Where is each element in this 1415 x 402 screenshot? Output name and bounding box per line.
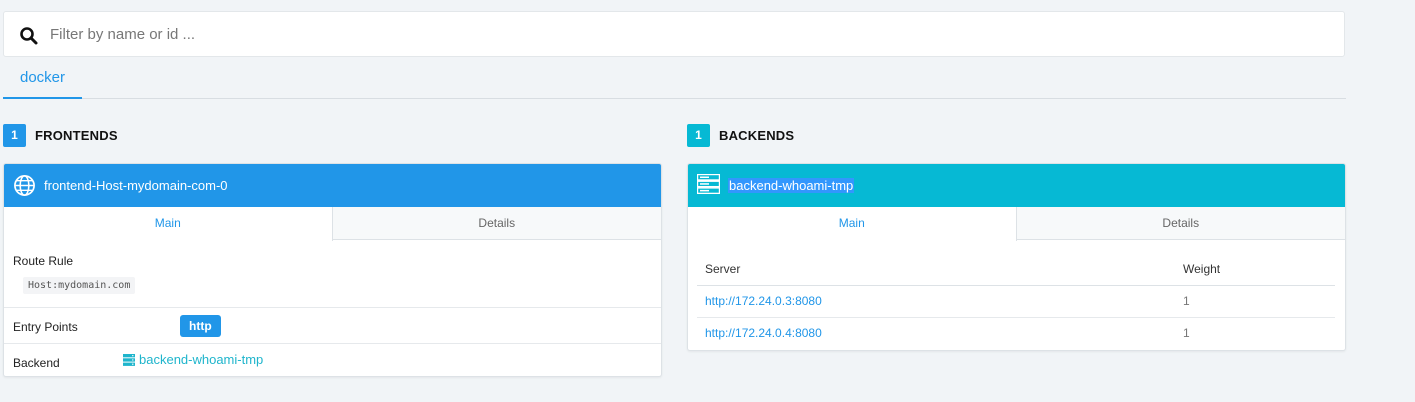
table-row: http://172.24.0.3:8080 1 <box>697 285 1335 318</box>
route-rule-value: Host:mydomain.com <box>23 277 136 294</box>
entry-points-label: Entry Points <box>13 320 78 334</box>
backends-header: 1 BACKENDS <box>687 123 794 147</box>
backend-tab-details[interactable]: Details <box>1017 207 1346 240</box>
server-url-link[interactable]: http://172.24.0.3:8080 <box>705 294 822 308</box>
server-icon <box>123 353 135 366</box>
servers-table: Server Weight http://172.24.0.3:8080 1 h… <box>697 254 1335 349</box>
column-server: Server <box>697 254 1175 286</box>
server-weight: 1 <box>1183 326 1190 341</box>
table-row: http://172.24.0.4:8080 1 <box>697 317 1335 349</box>
backend-label: Backend <box>13 356 60 370</box>
backends-title: BACKENDS <box>719 127 795 143</box>
servers-table-header: Server Weight <box>697 254 1335 286</box>
server-weight: 1 <box>1175 285 1335 318</box>
frontend-tab-details[interactable]: Details <box>333 207 662 240</box>
frontend-card-tabs: Main Details <box>4 207 662 241</box>
frontends-title: FRONTENDS <box>35 127 118 143</box>
frontends-header: 1 FRONTENDS <box>3 123 118 147</box>
frontend-name: frontend-Host-mydomain-com-0 <box>44 178 228 193</box>
server-icon <box>697 174 720 197</box>
search-bar <box>3 11 1345 57</box>
search-input[interactable] <box>50 20 1330 48</box>
route-rule-label: Route Rule <box>13 254 74 268</box>
frontend-card: frontend-Host-mydomain-com-0 Main Detail… <box>3 163 662 377</box>
search-icon <box>20 27 38 45</box>
backend-card-tabs: Main Details <box>688 207 1346 241</box>
backend-link-label: backend-whoami-tmp <box>139 352 264 367</box>
backend-row: Backend backend-whoami-tmp <box>4 344 661 376</box>
entry-point-http-badge: http <box>180 315 221 337</box>
column-weight: Weight <box>1175 254 1335 286</box>
provider-tabs: docker <box>3 62 1346 99</box>
backend-tab-main[interactable]: Main <box>688 207 1017 241</box>
entry-points-row: Entry Points http <box>4 308 661 344</box>
frontend-tab-main[interactable]: Main <box>4 207 333 241</box>
tab-docker[interactable]: docker <box>3 62 82 99</box>
route-rule-row: Route Rule Host:mydomain.com <box>4 240 661 308</box>
backends-count-badge: 1 <box>687 123 710 147</box>
backend-link[interactable]: backend-whoami-tmp <box>123 352 263 367</box>
servers-panel: Server Weight http://172.24.0.3:8080 1 h… <box>688 240 1345 350</box>
frontend-card-header: frontend-Host-mydomain-com-0 <box>4 164 661 207</box>
backend-name: backend-whoami-tmp <box>728 178 855 193</box>
backend-card: backend-whoami-tmp Main Details Server W… <box>687 163 1346 351</box>
backend-card-header: backend-whoami-tmp <box>688 164 1345 207</box>
frontends-count-badge: 1 <box>3 123 26 147</box>
globe-icon <box>13 174 36 197</box>
server-url-link[interactable]: http://172.24.0.4:8080 <box>705 326 822 340</box>
